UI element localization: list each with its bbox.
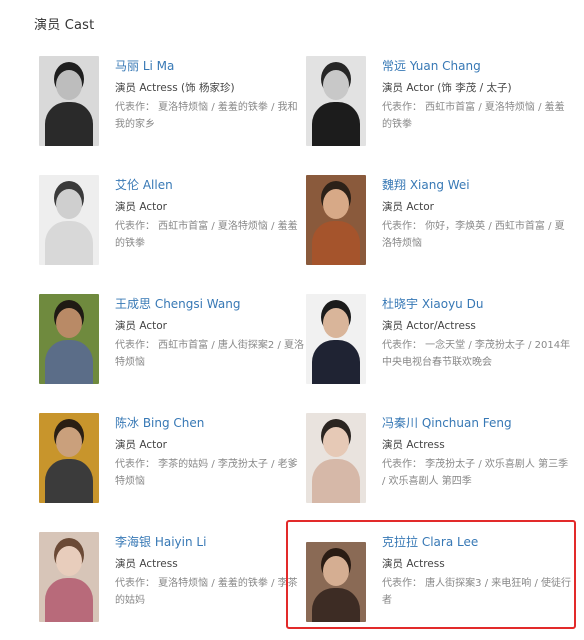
cast-name[interactable]: 王成思 Chengsi Wang [115, 296, 305, 312]
avatar-body [45, 459, 93, 503]
avatar-body [312, 102, 360, 146]
cast-role: 演员 Actor [115, 320, 167, 332]
avatar-body [312, 340, 360, 384]
avatar-body [45, 102, 93, 146]
cast-works: 代表作： 你好，李焕英 / 西虹市首富 / 夏洛特烦恼 [382, 221, 565, 249]
cast-role: 演员 Actor [382, 201, 434, 213]
cast-role: 演员 Actress [382, 439, 445, 451]
avatar-body [312, 221, 360, 265]
cast-card: 常远 Yuan Chang 演员 Actor (饰 李茂 / 太子) 代表作： … [306, 56, 576, 156]
cast-card: 王成思 Chengsi Wang 演员 Actor 代表作： 西虹市首富 / 唐… [39, 294, 309, 394]
avatar-body [312, 459, 360, 503]
cast-role: 演员 Actor/Actress [382, 320, 476, 332]
avatar[interactable] [39, 56, 99, 146]
cast-name[interactable]: 陈冰 Bing Chen [115, 415, 305, 431]
avatar-body [45, 578, 93, 622]
cast-works: 代表作： 李茶的姑妈 / 李茂扮太子 / 老爹特烦恼 [115, 459, 298, 487]
avatar[interactable] [306, 56, 366, 146]
avatar-head [56, 546, 82, 576]
avatar-head [323, 427, 349, 457]
cast-role: 演员 Actor [115, 201, 167, 213]
cast-works: 代表作： 西虹市首富 / 唐人街探案2 / 夏洛特烦恼 [115, 340, 304, 368]
cast-card: 马丽 Li Ma 演员 Actress (饰 杨家珍) 代表作： 夏洛特烦恼 /… [39, 56, 309, 156]
avatar-head [323, 70, 349, 100]
cast-works: 代表作： 夏洛特烦恼 / 羞羞的铁拳 / 我和我的家乡 [115, 102, 298, 130]
cast-role: 演员 Actress (饰 杨家珍) [115, 82, 235, 94]
avatar[interactable] [306, 175, 366, 265]
avatar[interactable] [306, 413, 366, 503]
cast-card: 杜晓宇 Xiaoyu Du 演员 Actor/Actress 代表作： 一念天堂… [306, 294, 576, 394]
avatar[interactable] [306, 294, 366, 384]
cast-works: 代表作： 西虹市首富 / 夏洛特烦恼 / 羞羞的铁拳 [115, 221, 298, 249]
avatar-head [323, 189, 349, 219]
cast-card: 李海银 Haiyin Li 演员 Actress 代表作： 夏洛特烦恼 / 羞羞… [39, 532, 309, 632]
cast-name[interactable]: 杜晓宇 Xiaoyu Du [382, 296, 572, 312]
cast-name[interactable]: 马丽 Li Ma [115, 58, 305, 74]
avatar-head [56, 189, 82, 219]
avatar-head [323, 308, 349, 338]
cast-role: 演员 Actor [115, 439, 167, 451]
cast-card: 艾伦 Allen 演员 Actor 代表作： 西虹市首富 / 夏洛特烦恼 / 羞… [39, 175, 309, 275]
cast-role: 演员 Actress [115, 558, 178, 570]
avatar[interactable] [39, 413, 99, 503]
cast-card: 冯秦川 Qinchuan Feng 演员 Actress 代表作： 李茂扮太子 … [306, 413, 576, 513]
cast-name[interactable]: 李海银 Haiyin Li [115, 534, 305, 550]
cast-works: 代表作： 夏洛特烦恼 / 羞羞的铁拳 / 李茶的姑妈 [115, 578, 298, 606]
cast-card: 魏翔 Xiang Wei 演员 Actor 代表作： 你好，李焕英 / 西虹市首… [306, 175, 576, 275]
cast-works: 代表作： 一念天堂 / 李茂扮太子 / 2014年中央电视台春节联欢晚会 [382, 340, 571, 368]
avatar-head [56, 70, 82, 100]
cast-name[interactable]: 常远 Yuan Chang [382, 58, 572, 74]
avatar[interactable] [39, 175, 99, 265]
avatar-head [56, 427, 82, 457]
avatar[interactable] [39, 532, 99, 622]
cast-card: 陈冰 Bing Chen 演员 Actor 代表作： 李茶的姑妈 / 李茂扮太子… [39, 413, 309, 513]
cast-role: 演员 Actor (饰 李茂 / 太子) [382, 82, 512, 94]
highlight-box [286, 520, 576, 629]
avatar-body [45, 221, 93, 265]
cast-works: 代表作： 李茂扮太子 / 欢乐喜剧人 第三季 / 欢乐喜剧人 第四季 [382, 459, 569, 487]
avatar[interactable] [39, 294, 99, 384]
cast-name[interactable]: 艾伦 Allen [115, 177, 305, 193]
avatar-body [45, 340, 93, 384]
avatar-head [56, 308, 82, 338]
cast-name[interactable]: 冯秦川 Qinchuan Feng [382, 415, 572, 431]
cast-name[interactable]: 魏翔 Xiang Wei [382, 177, 572, 193]
cast-works: 代表作： 西虹市首富 / 夏洛特烦恼 / 羞羞的铁拳 [382, 102, 565, 130]
